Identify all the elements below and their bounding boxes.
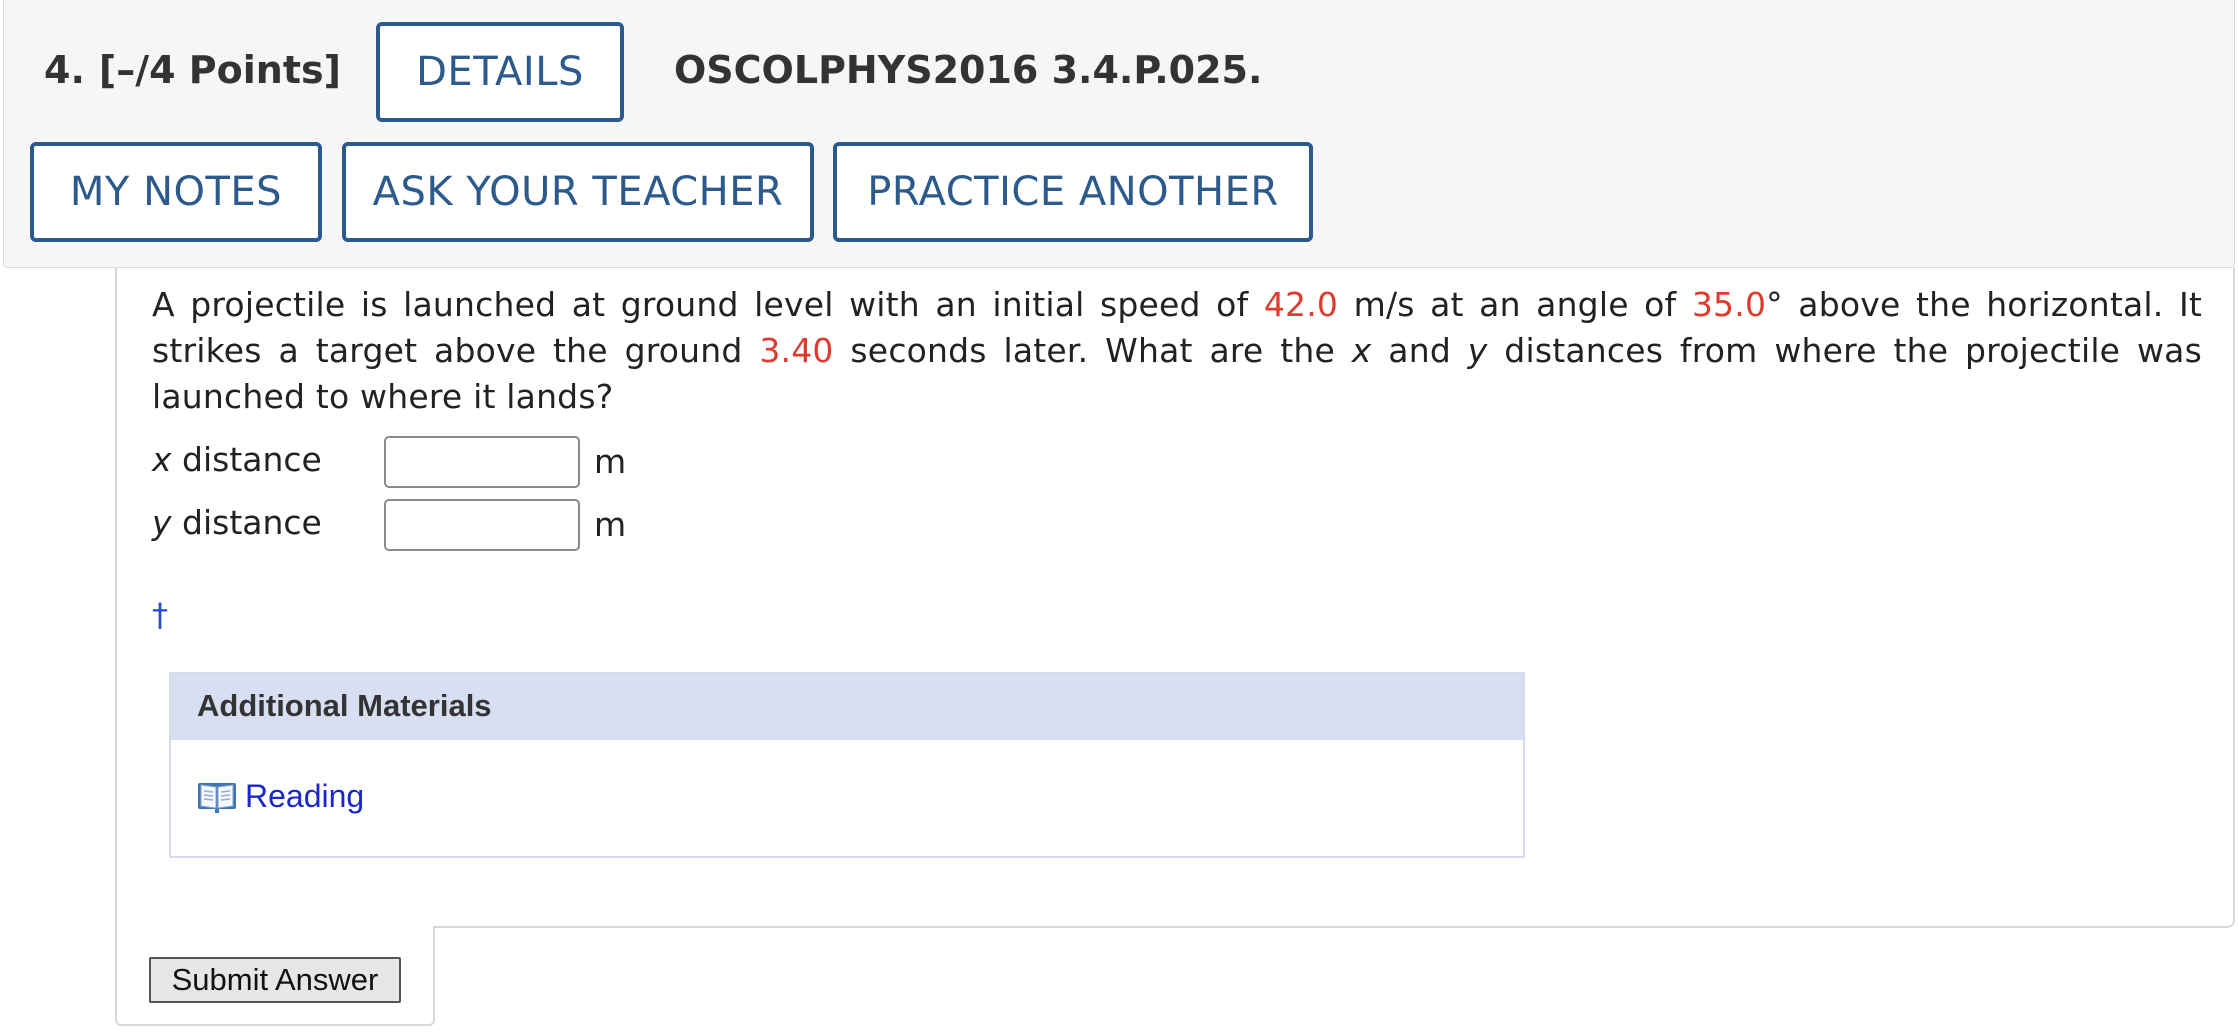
y-distance-text: distance — [171, 503, 322, 542]
dagger-footnote-link[interactable]: † — [152, 596, 168, 634]
prompt-text: A projectile is launched at ground level… — [152, 285, 1264, 324]
x-variable: x — [152, 440, 172, 479]
question-header: 4. [–/4 Points] DETAILS OSCOLPHYS2016 3.4… — [3, 0, 2235, 268]
y-distance-input[interactable] — [384, 499, 580, 551]
y-variable: y — [152, 503, 172, 542]
angle-value: 35.0 — [1691, 285, 1767, 324]
additional-materials-header: Additional Materials — [171, 674, 1523, 740]
ask-your-teacher-button[interactable]: ASK YOUR TEACHER — [342, 142, 814, 242]
variable-x: x — [1351, 331, 1372, 370]
question-number-points: 4. [–/4 Points] — [44, 48, 341, 92]
book-icon — [198, 782, 236, 813]
details-button[interactable]: DETAILS — [376, 22, 624, 122]
reading-label: Reading — [245, 778, 365, 814]
speed-value: 42.0 — [1263, 285, 1339, 324]
question-code: OSCOLPHYS2016 3.4.P.025. — [674, 48, 1263, 92]
y-distance-label: y distance — [152, 503, 322, 542]
x-distance-label: x distance — [152, 440, 322, 479]
x-distance-input[interactable] — [384, 436, 580, 488]
y-distance-unit: m — [594, 505, 627, 544]
practice-another-button[interactable]: PRACTICE ANOTHER — [833, 142, 1313, 242]
x-distance-unit: m — [594, 442, 627, 481]
question-number: 4. — [44, 48, 85, 92]
variable-y: y — [1467, 331, 1488, 370]
question-points: [–/4 Points] — [98, 48, 341, 92]
prompt-text: seconds later. What are the — [833, 331, 1352, 370]
additional-materials-panel: Additional Materials Reading — [169, 672, 1525, 858]
reading-link[interactable]: Reading — [197, 778, 364, 815]
my-notes-button[interactable]: MY NOTES — [30, 142, 322, 242]
submit-answer-button[interactable]: Submit Answer — [149, 957, 401, 1003]
time-value: 3.40 — [759, 331, 834, 370]
prompt-text: and — [1371, 331, 1468, 370]
x-distance-text: distance — [171, 440, 322, 479]
prompt-text: m/s at an angle of — [1338, 285, 1692, 324]
question-prompt: A projectile is launched at ground level… — [152, 282, 2202, 420]
